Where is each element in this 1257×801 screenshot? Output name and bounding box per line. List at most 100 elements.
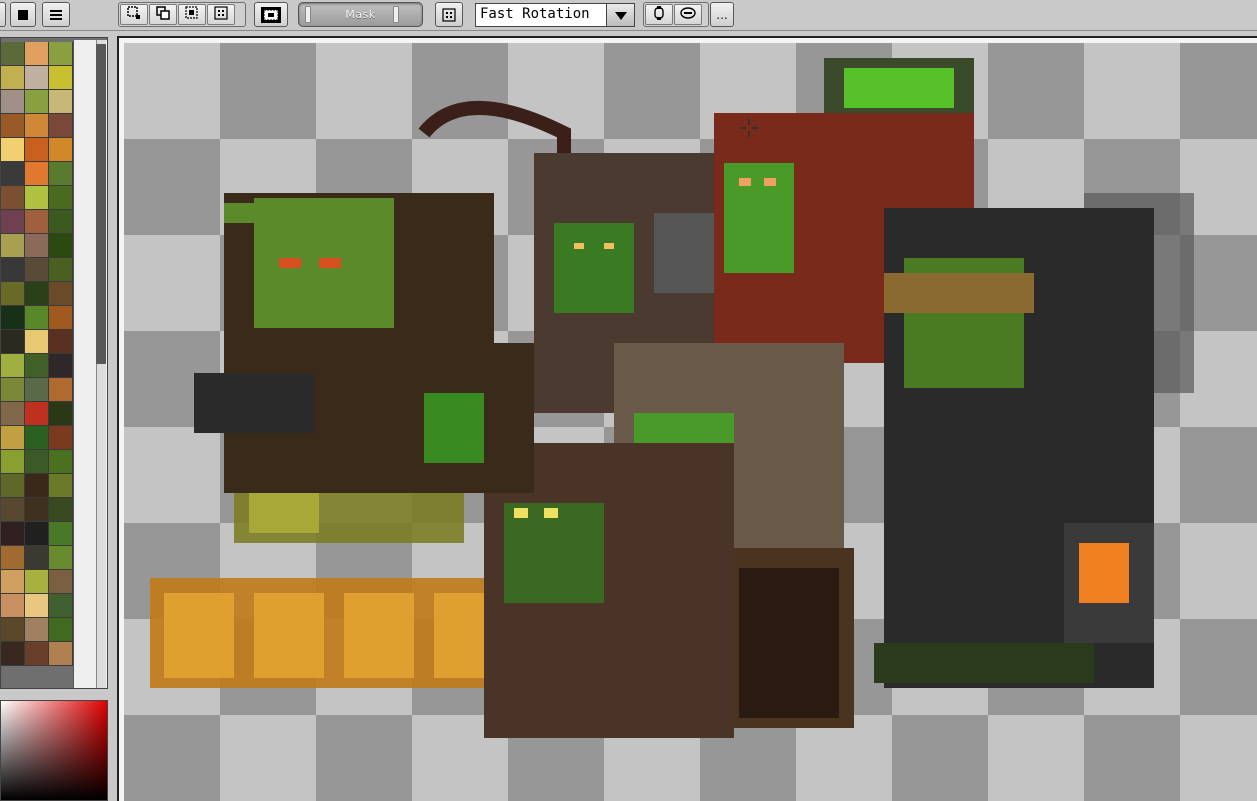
dropdown-arrow-button[interactable] bbox=[606, 4, 634, 26]
palette-swatch[interactable] bbox=[49, 42, 73, 66]
palette-swatch[interactable] bbox=[49, 66, 73, 90]
palette-swatch[interactable] bbox=[1, 570, 25, 594]
rotation-mode-select[interactable]: Fast Rotation bbox=[475, 3, 635, 27]
palette-swatch[interactable] bbox=[49, 498, 73, 522]
palette-swatch[interactable] bbox=[1, 138, 25, 162]
palette-swatch[interactable] bbox=[25, 402, 49, 426]
mask-slider[interactable]: Mask bbox=[298, 2, 423, 27]
palette-swatch[interactable] bbox=[25, 138, 49, 162]
drawing-canvas[interactable] bbox=[124, 43, 1257, 801]
palette-swatch[interactable] bbox=[25, 90, 49, 114]
palette-swatch[interactable] bbox=[25, 618, 49, 642]
palette-swatch[interactable] bbox=[1, 42, 25, 66]
palette-swatch[interactable] bbox=[1, 282, 25, 306]
palette-swatch[interactable] bbox=[25, 642, 49, 666]
palette-swatch[interactable] bbox=[49, 570, 73, 594]
mask-slider-right-knob[interactable] bbox=[393, 6, 399, 23]
palette-swatch[interactable] bbox=[1, 186, 25, 210]
palette-swatch[interactable] bbox=[25, 210, 49, 234]
palette-swatch[interactable] bbox=[1, 642, 25, 666]
palette-swatch[interactable] bbox=[1, 90, 25, 114]
palette-swatch[interactable] bbox=[25, 114, 49, 138]
palette-swatch[interactable] bbox=[49, 594, 73, 618]
palette-swatch[interactable] bbox=[25, 258, 49, 282]
grid-icon bbox=[442, 7, 456, 22]
palette-scroll-thumb[interactable] bbox=[96, 44, 106, 364]
toolbar-edge-button[interactable] bbox=[0, 2, 6, 27]
palette-swatch[interactable] bbox=[25, 546, 49, 570]
palette-swatch[interactable] bbox=[25, 306, 49, 330]
palette-swatch[interactable] bbox=[1, 450, 25, 474]
palette-swatch[interactable] bbox=[25, 570, 49, 594]
color-picker[interactable] bbox=[0, 700, 108, 801]
palette-swatch[interactable] bbox=[1, 594, 25, 618]
palette-swatch[interactable] bbox=[1, 426, 25, 450]
palette-swatch[interactable] bbox=[49, 186, 73, 210]
palette-swatch[interactable] bbox=[49, 378, 73, 402]
palette-swatch[interactable] bbox=[49, 450, 73, 474]
palette-swatch[interactable] bbox=[25, 378, 49, 402]
palette-swatch[interactable] bbox=[25, 522, 49, 546]
palette-swatch[interactable] bbox=[25, 474, 49, 498]
palette-swatch[interactable] bbox=[49, 642, 73, 666]
palette-swatch[interactable] bbox=[1, 306, 25, 330]
palette-swatch[interactable] bbox=[1, 162, 25, 186]
selection-marquee-button[interactable] bbox=[254, 2, 288, 27]
palette-swatch[interactable] bbox=[1, 354, 25, 378]
palette-swatch[interactable] bbox=[25, 450, 49, 474]
palette-swatch[interactable] bbox=[1, 498, 25, 522]
palette-swatch[interactable] bbox=[25, 282, 49, 306]
palette-swatch[interactable] bbox=[49, 330, 73, 354]
palette-swatch[interactable] bbox=[49, 234, 73, 258]
palette-swatch[interactable] bbox=[1, 210, 25, 234]
palette-swatch[interactable] bbox=[49, 618, 73, 642]
solid-square-button[interactable] bbox=[10, 2, 36, 27]
palette-swatch[interactable] bbox=[25, 42, 49, 66]
palette-swatch[interactable] bbox=[1, 234, 25, 258]
select-lasso-button[interactable] bbox=[178, 4, 206, 25]
palette-swatch[interactable] bbox=[1, 402, 25, 426]
palette-swatch[interactable] bbox=[1, 546, 25, 570]
palette-swatch[interactable] bbox=[49, 546, 73, 570]
palette-swatch[interactable] bbox=[49, 114, 73, 138]
palette-swatch[interactable] bbox=[49, 210, 73, 234]
grid-button[interactable] bbox=[435, 2, 463, 27]
palette-swatch[interactable] bbox=[25, 162, 49, 186]
palette-swatch[interactable] bbox=[49, 522, 73, 546]
link-button[interactable] bbox=[674, 4, 702, 25]
palette-swatch[interactable] bbox=[49, 258, 73, 282]
duplicate-button[interactable] bbox=[149, 4, 177, 25]
palette-swatch[interactable] bbox=[25, 594, 49, 618]
palette-swatch[interactable] bbox=[25, 426, 49, 450]
palette-swatch[interactable] bbox=[1, 618, 25, 642]
palette-swatch[interactable] bbox=[49, 282, 73, 306]
palette-swatch[interactable] bbox=[49, 138, 73, 162]
list-button[interactable] bbox=[42, 2, 70, 27]
transform-button[interactable] bbox=[645, 4, 673, 25]
palette-swatch[interactable] bbox=[49, 426, 73, 450]
palette-swatch[interactable] bbox=[49, 90, 73, 114]
goblin-dark-robe bbox=[874, 193, 1194, 688]
palette-swatch[interactable] bbox=[25, 234, 49, 258]
palette-scrollbar[interactable] bbox=[73, 40, 107, 688]
palette-swatch[interactable] bbox=[49, 402, 73, 426]
palette-swatch[interactable] bbox=[25, 354, 49, 378]
palette-swatch[interactable] bbox=[49, 162, 73, 186]
palette-swatch[interactable] bbox=[1, 114, 25, 138]
palette-swatch[interactable] bbox=[49, 306, 73, 330]
grid-dots-button[interactable] bbox=[207, 4, 235, 25]
palette-swatch[interactable] bbox=[1, 522, 25, 546]
palette-swatch[interactable] bbox=[1, 474, 25, 498]
palette-swatch[interactable] bbox=[25, 330, 49, 354]
palette-swatch[interactable] bbox=[49, 474, 73, 498]
palette-swatch[interactable] bbox=[25, 66, 49, 90]
palette-swatch[interactable] bbox=[1, 330, 25, 354]
palette-swatch[interactable] bbox=[25, 186, 49, 210]
palette-swatch[interactable] bbox=[1, 378, 25, 402]
palette-swatch[interactable] bbox=[1, 258, 25, 282]
select-rect-button[interactable] bbox=[120, 4, 148, 25]
palette-swatch[interactable] bbox=[49, 354, 73, 378]
palette-swatch[interactable] bbox=[25, 498, 49, 522]
more-button[interactable]: ... bbox=[710, 2, 734, 27]
palette-swatch[interactable] bbox=[1, 66, 25, 90]
